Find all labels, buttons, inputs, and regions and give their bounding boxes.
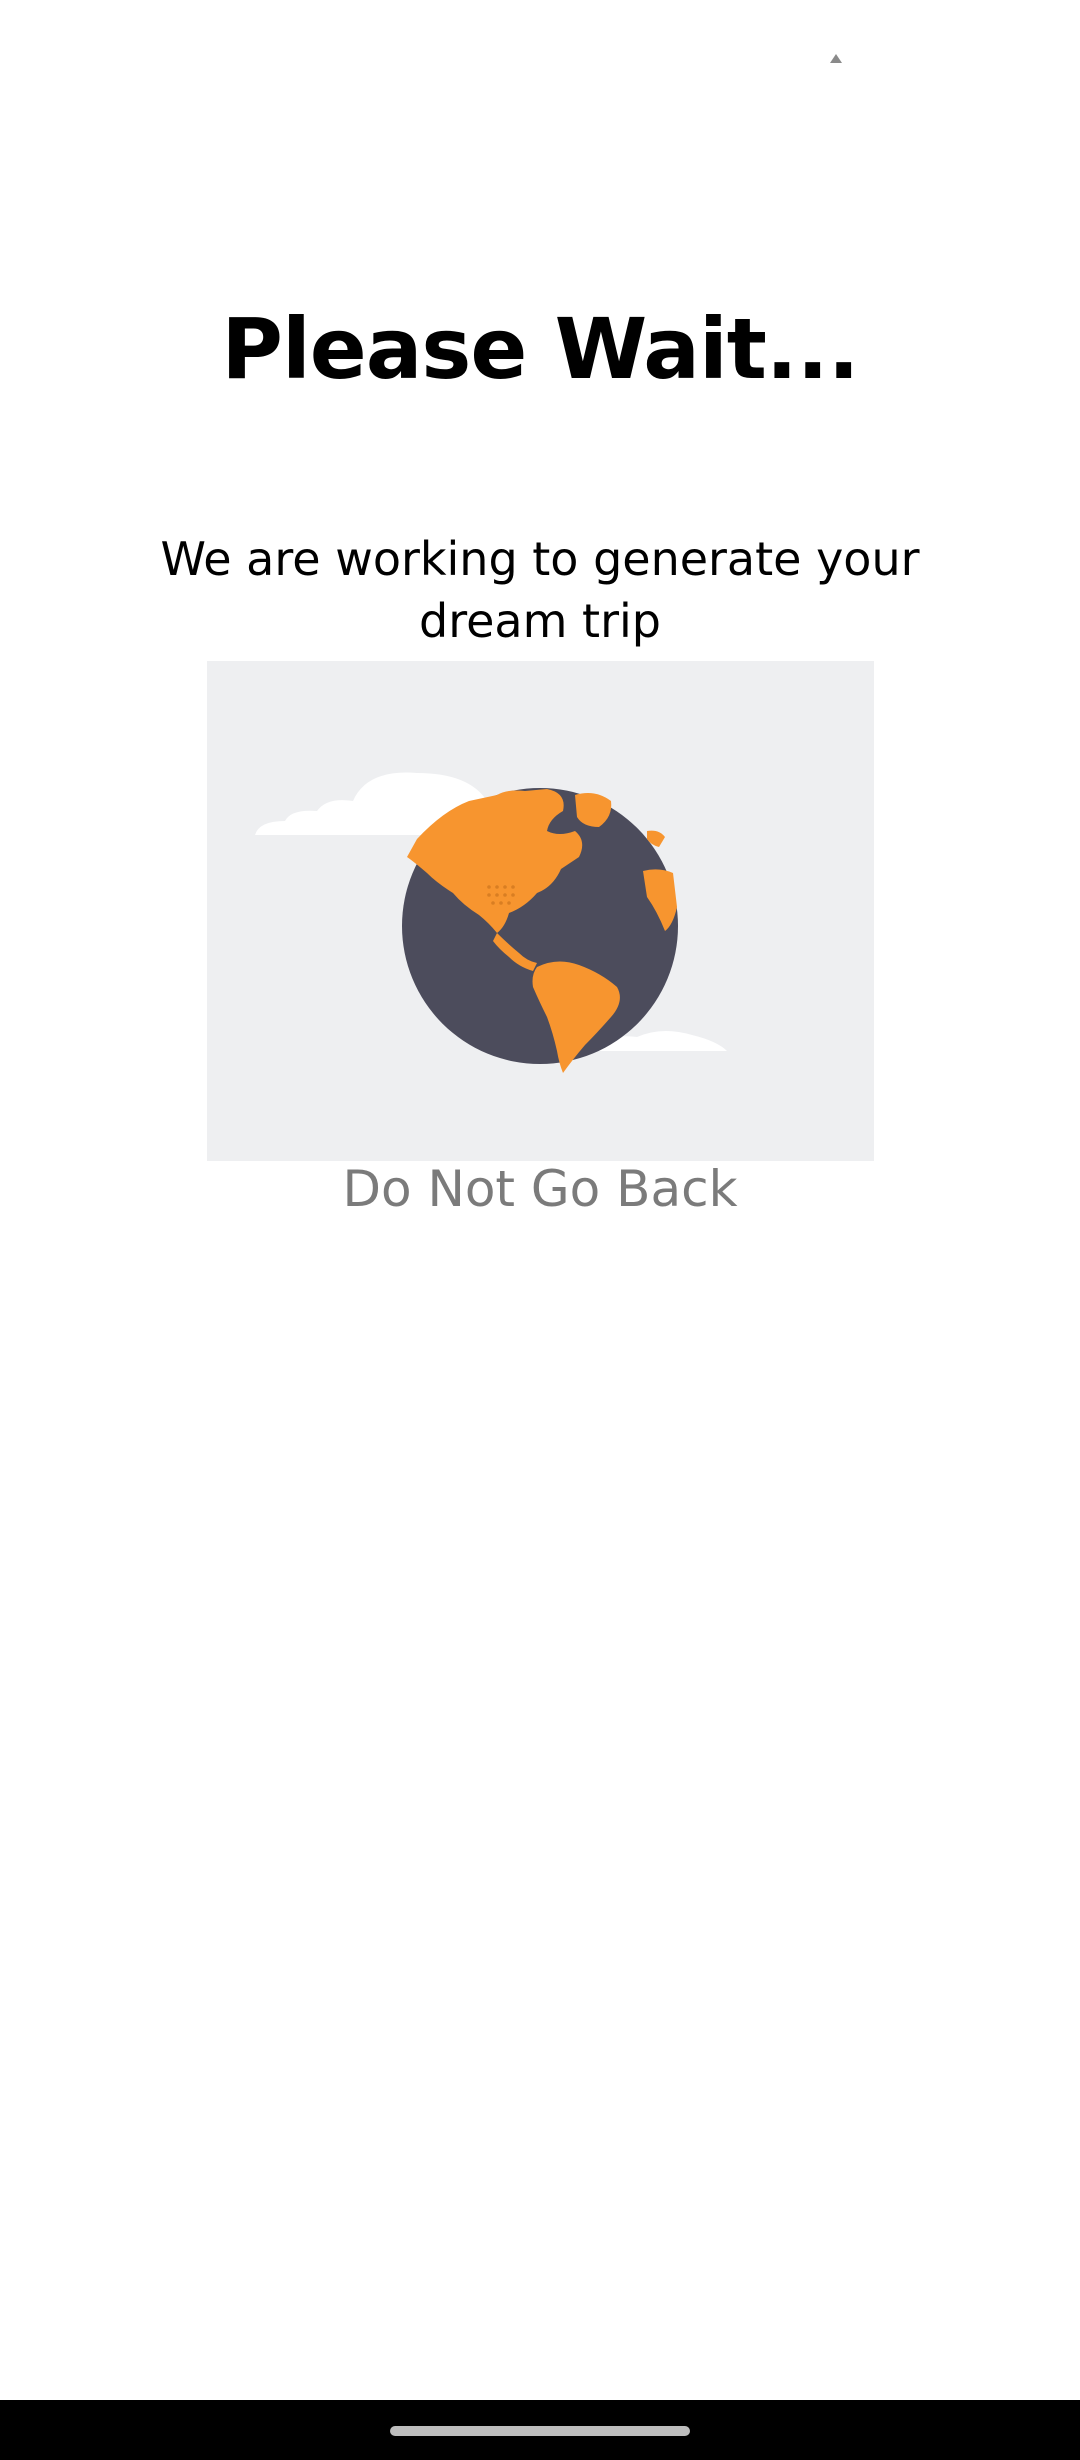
home-indicator[interactable]	[390, 2426, 690, 2436]
do-not-go-back-warning: Do Not Go Back	[342, 1160, 738, 1218]
loading-subtitle: We are working to generate your dream tr…	[160, 532, 920, 648]
system-nav-bar	[0, 2400, 1080, 2460]
page-title: Please Wait...	[221, 300, 859, 398]
globe-illustration	[207, 661, 874, 1161]
globe-icon	[255, 772, 727, 1073]
caret-up-icon	[830, 54, 842, 63]
loading-screen: Please Wait... We are working to generat…	[0, 0, 1080, 2460]
